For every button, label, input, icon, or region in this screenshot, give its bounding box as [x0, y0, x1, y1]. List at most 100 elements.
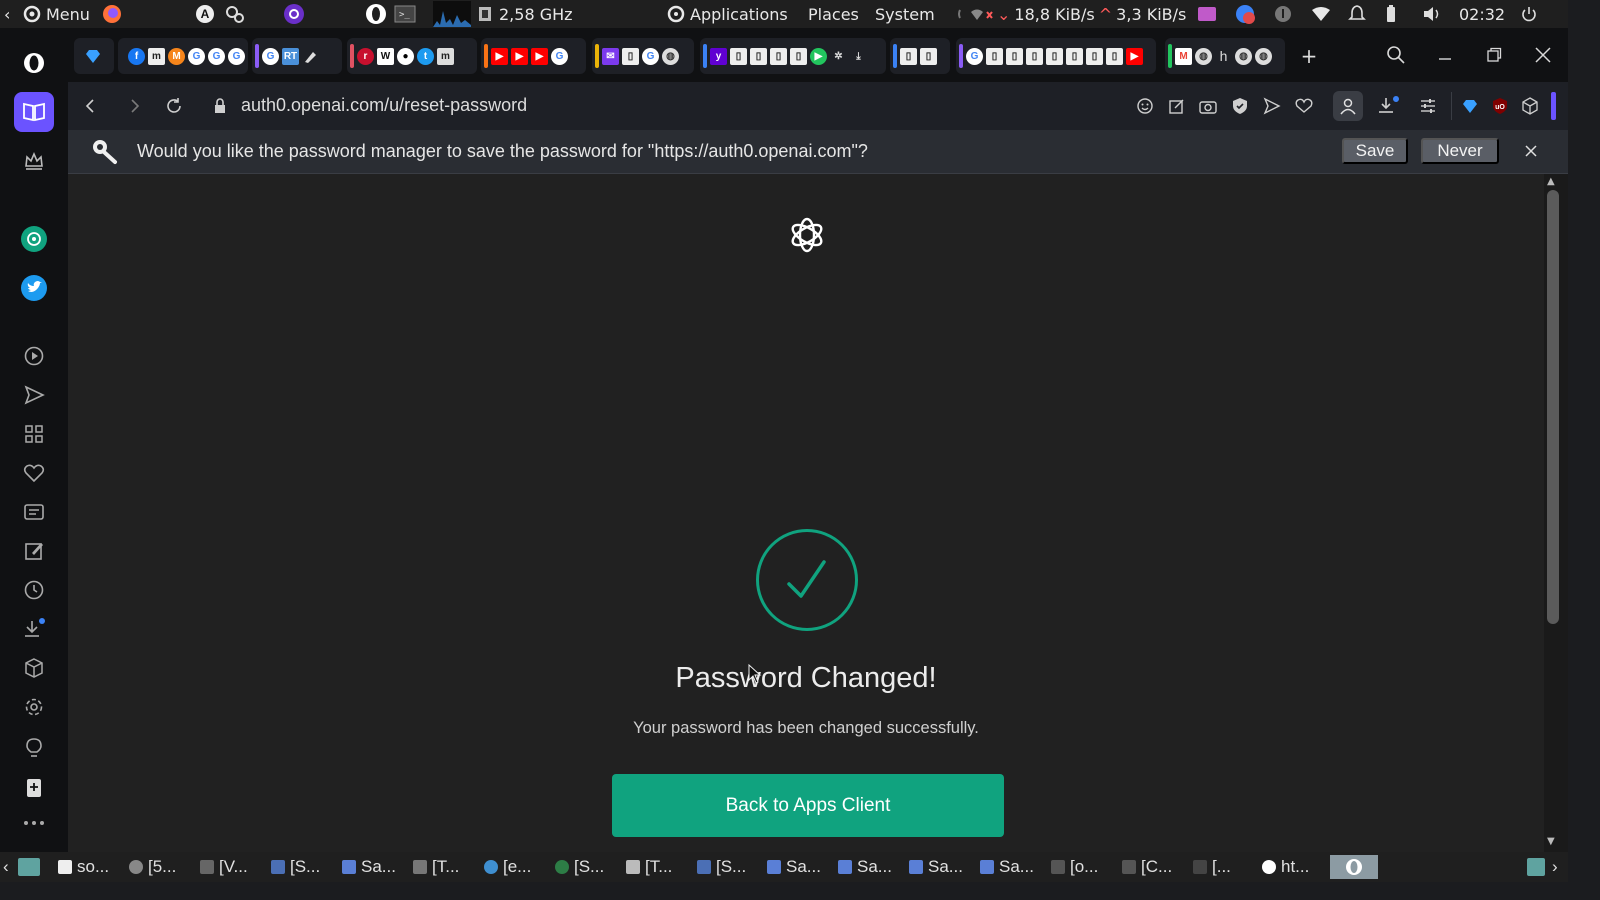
- sidebar-more[interactable]: [14, 803, 54, 843]
- forward-button[interactable]: [121, 92, 149, 120]
- tray-app-1[interactable]: [1197, 0, 1217, 28]
- tab-group-5[interactable]: ▶ ▶ ▶ G: [481, 38, 586, 74]
- taskbar-scroll-left[interactable]: ‹: [3, 855, 9, 879]
- active-taskbar-item[interactable]: [1330, 855, 1378, 879]
- sidebar-player[interactable]: [14, 336, 54, 376]
- notifications-tray[interactable]: [1348, 0, 1366, 28]
- power-button[interactable]: [1520, 0, 1538, 28]
- taskbar-item[interactable]: [C...: [1122, 855, 1172, 879]
- places-menu[interactable]: Places: [808, 0, 859, 28]
- system-menu[interactable]: System: [875, 0, 935, 28]
- taskbar-item[interactable]: Sa...: [980, 855, 1034, 879]
- taskbar-item[interactable]: [o...: [1051, 855, 1098, 879]
- emoji-button[interactable]: [1133, 94, 1157, 118]
- sidebar-news[interactable]: [14, 492, 54, 532]
- sidebar-history[interactable]: [14, 570, 54, 610]
- tab-group-1[interactable]: [74, 38, 114, 74]
- scroll-up-icon[interactable]: ▲: [1547, 176, 1555, 187]
- never-save-button[interactable]: Never: [1421, 138, 1499, 164]
- reload-button[interactable]: [160, 92, 188, 120]
- volume-tray[interactable]: [1422, 0, 1442, 28]
- easy-setup-button[interactable]: [1416, 94, 1440, 118]
- tab-group-4[interactable]: r W ● t m: [347, 38, 477, 74]
- sidebar-chatgpt[interactable]: [14, 219, 54, 259]
- back-to-apps-button[interactable]: Back to Apps Client: [612, 774, 1004, 837]
- purple-app-launcher[interactable]: [283, 0, 305, 28]
- font-app-launcher[interactable]: A: [195, 0, 215, 28]
- page-scrollbar[interactable]: ▲ ▼: [1544, 174, 1568, 852]
- tab-group-9[interactable]: G ▯ ▯ ▯ ▯ ▯ ▯ ▯ ▶: [956, 38, 1156, 74]
- tab-search-button[interactable]: [1372, 28, 1420, 82]
- send-to-flow-button[interactable]: [1260, 94, 1284, 118]
- taskbar-item[interactable]: [T...: [413, 855, 459, 879]
- tray-app-3[interactable]: [1273, 0, 1293, 28]
- sidebar-twitter[interactable]: [14, 268, 54, 308]
- tab-group-3[interactable]: G RT: [252, 38, 342, 74]
- clock[interactable]: 02:32: [1459, 0, 1505, 28]
- taskbar-item[interactable]: Sa...: [342, 855, 396, 879]
- taskbar-item[interactable]: [S...: [697, 855, 746, 879]
- sidebar-send[interactable]: [14, 375, 54, 415]
- sidebar-favorites[interactable]: [14, 453, 54, 493]
- profile-button[interactable]: [1333, 91, 1363, 121]
- tab-group-8[interactable]: ▯ ▯: [890, 38, 950, 74]
- scroll-down-icon[interactable]: ▼: [1547, 836, 1555, 847]
- firefox-launcher[interactable]: [101, 0, 123, 28]
- sidebar-pinboard[interactable]: [14, 768, 54, 808]
- taskbar-item[interactable]: [e...: [484, 855, 531, 879]
- taskbar-item[interactable]: [S...: [271, 855, 320, 879]
- restore-button[interactable]: [1470, 28, 1518, 82]
- extension-diamond-button[interactable]: [1458, 94, 1482, 118]
- taskbar-item[interactable]: [T...: [626, 855, 672, 879]
- taskbar-item[interactable]: Sa...: [767, 855, 821, 879]
- applications-menu[interactable]: Applications: [666, 0, 788, 28]
- tab-group-7[interactable]: y ▯ ▯ ▯ ▯ ▶ ✲ ⤓: [700, 38, 886, 74]
- taskbar-item[interactable]: [S...: [555, 855, 604, 879]
- taskbar-item[interactable]: Sa...: [909, 855, 963, 879]
- trash-button[interactable]: [1527, 855, 1545, 879]
- sidebar-apps[interactable]: [14, 414, 54, 454]
- downloads-button[interactable]: [1376, 94, 1400, 118]
- sidebar-downloads[interactable]: [14, 609, 54, 649]
- opera-launcher[interactable]: [365, 0, 387, 28]
- site-security-button[interactable]: [206, 92, 234, 120]
- scrollbar-thumb[interactable]: [1547, 190, 1559, 624]
- sidebar-extensions[interactable]: [14, 648, 54, 688]
- opera-menu-button[interactable]: [14, 43, 54, 83]
- close-infobar-button[interactable]: [1523, 143, 1539, 159]
- panel-left-arrow[interactable]: ‹: [4, 0, 10, 28]
- terminal-launcher[interactable]: >_: [394, 0, 416, 28]
- snapshot-button[interactable]: [1196, 94, 1220, 118]
- sidebar-settings[interactable]: [14, 687, 54, 727]
- wifi-tray[interactable]: [1311, 0, 1331, 28]
- os-menu-button[interactable]: Menu: [22, 0, 90, 28]
- minimize-button[interactable]: [1421, 28, 1469, 82]
- tab-group-2[interactable]: f m M G G G: [118, 38, 248, 74]
- ublock-button[interactable]: uO: [1488, 94, 1512, 118]
- tab-group-10[interactable]: M ◍ h ◍ ◍: [1165, 38, 1285, 74]
- snapshot-edit-button[interactable]: [1165, 94, 1189, 118]
- taskbar-item[interactable]: [...: [1193, 855, 1231, 879]
- close-window-button[interactable]: [1519, 28, 1567, 82]
- bookmark-heart-button[interactable]: [1292, 94, 1316, 118]
- url-field[interactable]: auth0.openai.com/u/reset-password: [241, 95, 527, 116]
- taskbar-item[interactable]: [V...: [200, 855, 248, 879]
- taskbar-scroll-right[interactable]: ›: [1552, 855, 1558, 879]
- taskbar-item[interactable]: so...: [58, 855, 109, 879]
- vpn-shield-button[interactable]: [1228, 94, 1252, 118]
- tab-group-6[interactable]: ✉ ▯ G ◍: [592, 38, 694, 74]
- taskbar-item[interactable]: Sa...: [838, 855, 892, 879]
- battery-tray[interactable]: [1384, 0, 1398, 28]
- back-button[interactable]: [76, 92, 104, 120]
- new-tab-button[interactable]: +: [1296, 43, 1322, 69]
- settings-launcher[interactable]: [224, 0, 246, 28]
- tray-app-2[interactable]: [1234, 0, 1256, 28]
- sidebar-notes[interactable]: [14, 531, 54, 571]
- sidebar-workspaces[interactable]: [14, 92, 54, 132]
- show-desktop-button[interactable]: [18, 855, 40, 879]
- save-password-button[interactable]: Save: [1342, 138, 1408, 164]
- extensions-button[interactable]: [1518, 94, 1542, 118]
- taskbar-item[interactable]: ht...: [1262, 855, 1309, 879]
- sidebar-tips[interactable]: [14, 728, 54, 768]
- taskbar-item[interactable]: [5...: [129, 855, 176, 879]
